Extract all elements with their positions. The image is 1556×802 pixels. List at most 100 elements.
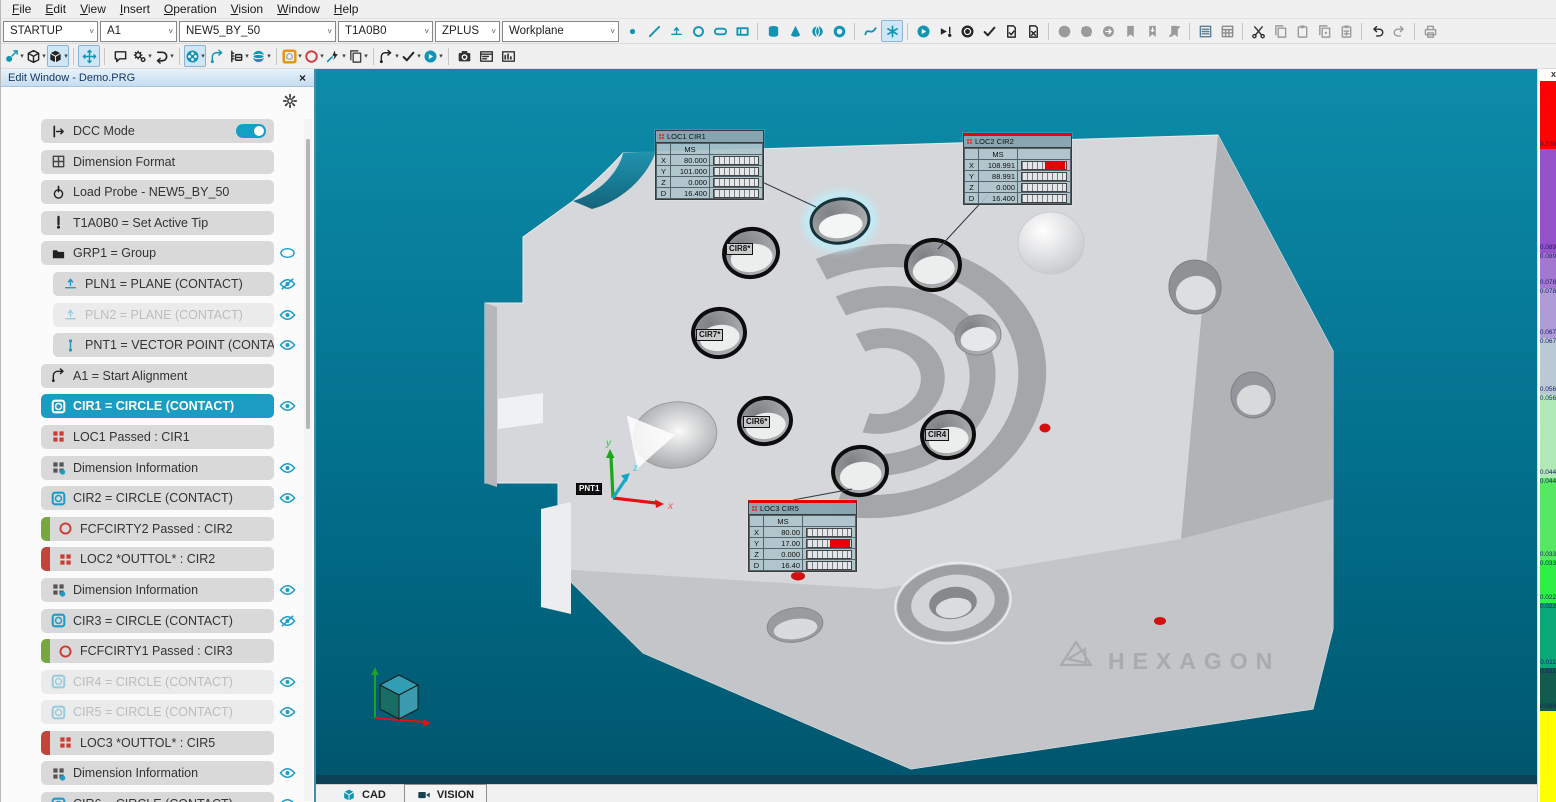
probe-select[interactable]: NEW5_BY_50˅ xyxy=(179,21,336,42)
feature-cone-button[interactable] xyxy=(784,20,806,42)
feature-tag-cir8[interactable]: CIR8* xyxy=(726,243,753,255)
tree-item-17[interactable]: CIR3 = CIRCLE (CONTACT) xyxy=(41,609,274,633)
tip-select[interactable]: T1A0B0˅ xyxy=(338,21,433,42)
quick-probe-mode-button[interactable]: ▾ xyxy=(3,45,25,67)
menu-insert[interactable]: Insert xyxy=(113,1,157,17)
tree-item-21[interactable]: LOC3 *OUTTOL* : CIR5 xyxy=(41,731,274,755)
paste-button[interactable] xyxy=(1291,20,1313,42)
menu-help[interactable]: Help xyxy=(327,1,366,17)
validate-program-button[interactable] xyxy=(1000,20,1022,42)
tree-item-7[interactable]: PLN2 = PLANE (CONTACT) xyxy=(53,303,274,327)
tree-item-10[interactable]: CIR1 = CIRCLE (CONTACT) xyxy=(41,394,274,418)
menu-edit[interactable]: Edit xyxy=(38,1,73,17)
paste-with-pattern-button[interactable] xyxy=(1335,20,1357,42)
tree-scrollbar-thumb[interactable] xyxy=(306,139,310,429)
tree-item-12[interactable]: Dimension Information xyxy=(41,456,274,480)
feature-line-button[interactable] xyxy=(643,20,665,42)
break-button[interactable] xyxy=(1075,20,1097,42)
tree-item-19[interactable]: CIR4 = CIRCLE (CONTACT) xyxy=(41,670,274,694)
execute-program-button[interactable] xyxy=(912,20,934,42)
tree-scrollbar[interactable] xyxy=(304,119,312,801)
eye-icon[interactable] xyxy=(279,798,296,802)
tree-item-11[interactable]: LOC1 Passed : CIR1 xyxy=(41,425,274,449)
probe-path-button[interactable] xyxy=(206,45,228,67)
feature-plane-button[interactable] xyxy=(665,20,687,42)
feature-sphere-button[interactable] xyxy=(806,20,828,42)
dcc-mode-toggle[interactable] xyxy=(236,124,266,138)
eye-icon[interactable] xyxy=(279,676,296,688)
feature-torus-button[interactable] xyxy=(828,20,850,42)
callout-loc1[interactable]: LOC1 CIR1MSX80.000Y101.000Z0.000D16.400 xyxy=(655,130,764,200)
copy-button[interactable] xyxy=(1269,20,1291,42)
view-select[interactable]: ZPLUS˅ xyxy=(435,21,500,42)
graphic-window-button[interactable] xyxy=(497,45,519,67)
tree-item-18[interactable]: FCFCIRTY1 Passed : CIR3 xyxy=(41,639,274,663)
gear-icon[interactable] xyxy=(282,93,298,109)
eye-icon[interactable] xyxy=(279,339,296,351)
rotate-view-button[interactable]: ▾ xyxy=(153,45,175,67)
menu-view[interactable]: View xyxy=(73,1,113,17)
eye-icon[interactable] xyxy=(279,462,296,474)
view-orientations-button[interactable]: ▾ xyxy=(184,45,206,67)
wireframe-view-button[interactable]: ▾ xyxy=(25,45,47,67)
bookmark-insert-button[interactable] xyxy=(1141,20,1163,42)
report-window-button[interactable] xyxy=(475,45,497,67)
feature-curve-button[interactable] xyxy=(859,20,881,42)
feature-tag-cir6[interactable]: CIR6* xyxy=(743,416,770,428)
cut-button[interactable] xyxy=(1247,20,1269,42)
bookmark-button[interactable] xyxy=(1119,20,1141,42)
tree-item-14[interactable]: FCFCIRTY2 Passed : CIR2 xyxy=(41,517,274,541)
cancel-program-button[interactable] xyxy=(1022,20,1044,42)
tree-item-5[interactable]: GRP1 = Group xyxy=(41,241,274,265)
eye-icon[interactable] xyxy=(279,309,296,321)
eye-icon[interactable] xyxy=(279,767,296,779)
print-button[interactable] xyxy=(1419,20,1441,42)
continue-button[interactable] xyxy=(1097,20,1119,42)
eye-slash-icon[interactable] xyxy=(279,278,296,290)
copy-with-pattern-button[interactable] xyxy=(1313,20,1335,42)
pan-view-button[interactable] xyxy=(78,45,100,67)
undo-button[interactable] xyxy=(1366,20,1388,42)
feature-tag-cir7[interactable]: CIR7* xyxy=(696,329,723,341)
tree-item-22[interactable]: Dimension Information xyxy=(41,761,274,785)
path-lines-button[interactable]: ▾ xyxy=(378,45,400,67)
eye-icon[interactable] xyxy=(279,492,296,504)
feature-circle-button[interactable] xyxy=(687,20,709,42)
menu-operation[interactable]: Operation xyxy=(157,1,224,17)
confirm-button[interactable] xyxy=(978,20,1000,42)
tree-item-8[interactable]: PNT1 = VECTOR POINT (CONTACT) xyxy=(53,333,274,357)
feature-tag-pnt1[interactable]: PNT1 xyxy=(576,483,602,495)
tree-item-6[interactable]: PLN1 = PLANE (CONTACT) xyxy=(53,272,274,296)
close-icon[interactable]: × xyxy=(299,73,306,83)
alignment-select[interactable]: STARTUP˅ xyxy=(3,21,98,42)
feature-cylinder-button[interactable] xyxy=(762,20,784,42)
copy-view-button[interactable]: ▾ xyxy=(347,45,369,67)
cad-rendering-button[interactable]: ▾ xyxy=(250,45,272,67)
feature-square-slot-button[interactable] xyxy=(731,20,753,42)
bookmark-remove-button[interactable] xyxy=(1163,20,1185,42)
callout-loc3[interactable]: LOC3 CIR5MSX80.00Y17.00Z0.000D16.40 xyxy=(748,500,857,572)
report-grid-button[interactable] xyxy=(1216,20,1238,42)
solid-view-button[interactable]: ▾ xyxy=(47,45,69,67)
tree-item-4[interactable]: T1A0B0 = Set Active Tip xyxy=(41,211,274,235)
menu-vision[interactable]: Vision xyxy=(224,1,270,17)
gage-square-button[interactable]: ▾ xyxy=(281,45,303,67)
report-template-button[interactable] xyxy=(1194,20,1216,42)
tab-vision[interactable]: VISION xyxy=(404,784,487,802)
comment-button[interactable] xyxy=(109,45,131,67)
eye-slash-icon[interactable] xyxy=(279,615,296,627)
menu-file[interactable]: File xyxy=(5,1,38,17)
feature-tag-cir4[interactable]: CIR4 xyxy=(925,429,949,441)
screen-capture-button[interactable] xyxy=(453,45,475,67)
tree-item-1[interactable]: DCC Mode xyxy=(41,119,274,143)
tree-item-13[interactable]: CIR2 = CIRCLE (CONTACT) xyxy=(41,486,274,510)
tree-item-9[interactable]: A1 = Start Alignment xyxy=(41,364,274,388)
feature-appearance-button[interactable]: ▾ xyxy=(228,45,250,67)
eye-icon[interactable] xyxy=(279,706,296,718)
stop-button[interactable] xyxy=(1053,20,1075,42)
tree-item-16[interactable]: Dimension Information xyxy=(41,578,274,602)
feature-point-button[interactable] xyxy=(621,20,643,42)
tree-item-3[interactable]: Load Probe - NEW5_BY_50 xyxy=(41,180,274,204)
tree-item-23[interactable]: CIR6 = CIRCLE (CONTACT) xyxy=(41,792,274,802)
tab-cad[interactable]: CAD xyxy=(330,785,398,802)
